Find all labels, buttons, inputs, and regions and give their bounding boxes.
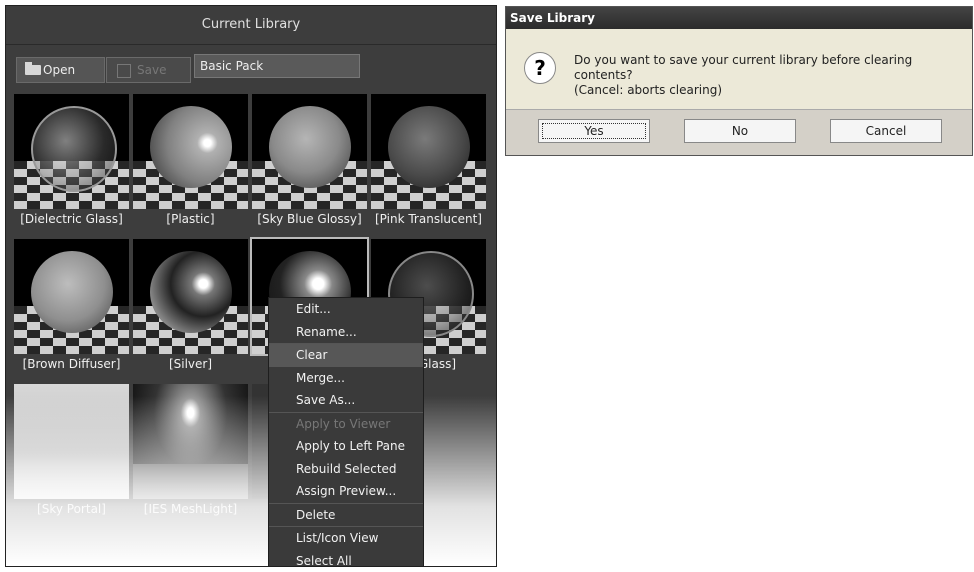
menu-item-save-as[interactable]: Save As... — [269, 389, 423, 412]
save-button[interactable]: Save — [106, 57, 191, 83]
material-thumbnail — [371, 94, 486, 209]
dialog-title: Save Library — [506, 7, 972, 29]
menu-item-merge[interactable]: Merge... — [269, 367, 423, 390]
material-tile[interactable]: [Pink Translucent] — [371, 94, 486, 236]
library-name-field[interactable]: Basic Pack — [194, 54, 360, 78]
folder-icon — [25, 65, 41, 75]
cancel-button-label: Cancel — [866, 124, 907, 138]
material-label: [Pink Translucent] — [367, 212, 490, 226]
material-label: [IES MeshLight] — [129, 502, 252, 516]
yes-button[interactable]: Yes — [538, 119, 650, 143]
open-button-label: Open — [43, 63, 75, 77]
material-label: [Brown Diffuser] — [10, 357, 133, 371]
material-thumbnail — [14, 384, 129, 499]
menu-item-edit[interactable]: Edit... — [269, 298, 423, 321]
material-label: [Sky Blue Glossy] — [248, 212, 371, 226]
menu-item-assign-preview[interactable]: Assign Preview... — [269, 480, 423, 503]
material-label: [Sky Portal] — [10, 502, 133, 516]
material-label: [Dielectric Glass] — [10, 212, 133, 226]
material-thumbnail — [14, 239, 129, 354]
no-button-label: No — [732, 124, 748, 138]
material-thumbnail — [14, 94, 129, 209]
material-tile[interactable]: [Sky Blue Glossy] — [252, 94, 367, 236]
material-tile[interactable]: [Plastic] — [133, 94, 248, 236]
save-icon — [117, 64, 131, 78]
dialog-message-line1: Do you want to save your current library… — [574, 53, 972, 83]
dialog-message: Do you want to save your current library… — [574, 53, 972, 98]
material-tile[interactable]: [Dielectric Glass] — [14, 94, 129, 236]
menu-item-delete[interactable]: Delete — [269, 503, 423, 527]
library-title: Current Library — [6, 6, 496, 45]
save-library-dialog: Save Library ? Do you want to save your … — [505, 6, 973, 156]
material-label: [Silver] — [129, 357, 252, 371]
material-tile[interactable]: [IES MeshLight] — [133, 384, 248, 526]
question-icon: ? — [524, 52, 556, 84]
save-button-label: Save — [137, 63, 166, 77]
material-thumbnail — [252, 94, 367, 209]
menu-item-apply-to-left-pane[interactable]: Apply to Left Pane — [269, 435, 423, 458]
menu-item-list-icon-view[interactable]: List/Icon View — [269, 526, 423, 550]
material-tile[interactable]: [Brown Diffuser] — [14, 239, 129, 381]
yes-button-label: Yes — [584, 124, 603, 138]
material-tile[interactable]: [Silver] — [133, 239, 248, 381]
menu-item-rename[interactable]: Rename... — [269, 321, 423, 344]
menu-item-select-all[interactable]: Select All — [269, 550, 423, 572]
material-thumbnail — [133, 94, 248, 209]
no-button[interactable]: No — [684, 119, 796, 143]
menu-item-rebuild-selected[interactable]: Rebuild Selected — [269, 458, 423, 481]
dialog-message-line2: (Cancel: aborts clearing) — [574, 83, 972, 98]
menu-item-clear[interactable]: Clear — [269, 343, 423, 367]
cancel-button[interactable]: Cancel — [830, 119, 942, 143]
context-menu: Edit... Rename... Clear Merge... Save As… — [268, 297, 424, 567]
menu-item-apply-to-viewer: Apply to Viewer — [269, 412, 423, 436]
material-thumbnail — [133, 239, 248, 354]
open-button[interactable]: Open — [16, 57, 105, 83]
material-label: [Plastic] — [129, 212, 252, 226]
material-label: Glass] — [419, 357, 456, 371]
material-thumbnail — [133, 384, 248, 499]
material-tile[interactable]: [Sky Portal] — [14, 384, 129, 526]
